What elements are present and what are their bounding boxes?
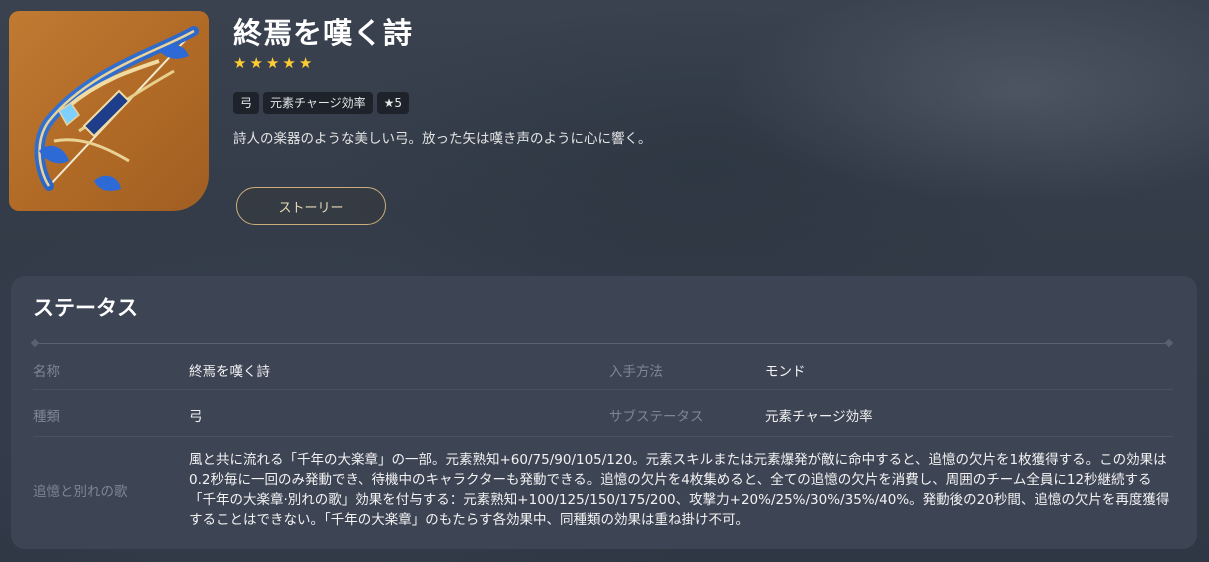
tag-substat: 元素チャージ効率 [263, 92, 373, 114]
star-icon: ★ [233, 54, 247, 72]
status-panel: ステータス 名称 終焉を嘆く詩 入手方法 モンド 種類 弓 サブステータス 元素… [11, 276, 1197, 549]
name-value: 終焉を嘆く詩 [189, 364, 270, 380]
star-icon: ★ [282, 54, 296, 72]
source-label: 入手方法 [609, 364, 663, 380]
row-divider [33, 436, 1173, 437]
story-button[interactable]: ストーリー [236, 187, 386, 225]
tag-weapon-type: 弓 [233, 92, 260, 114]
name-label: 名称 [33, 364, 60, 380]
substat-label: サブステータス [609, 409, 704, 425]
passive-label: 追憶と別れの歌 [33, 484, 128, 500]
weapon-title: 終焉を嘆く詩 [233, 16, 414, 50]
tag-rarity: ★5 [376, 92, 410, 114]
weapon-description: 詩人の楽器のような美しい弓。放った矢は嘆き声のように心に響く。 [233, 131, 652, 147]
type-value: 弓 [189, 409, 203, 425]
source-value: モンド [765, 364, 806, 380]
type-label: 種類 [33, 409, 60, 425]
tag-list: 弓 元素チャージ効率 ★5 [233, 92, 410, 114]
status-title: ステータス [33, 296, 138, 320]
weapon-image [9, 11, 209, 211]
star-icon: ★ [298, 54, 313, 72]
bow-icon [34, 26, 199, 191]
passive-value: 風と共に流れる「千年の大楽章」の一部。元素熟知+60/75/90/105/120… [189, 452, 1170, 528]
divider [35, 343, 1169, 344]
rarity-stars: ★ ★ ★ ★ ★ [233, 54, 312, 72]
substat-value: 元素チャージ効率 [765, 409, 873, 425]
star-icon: ★ [265, 54, 280, 72]
star-icon: ★ [249, 54, 263, 72]
row-divider [33, 389, 1173, 390]
